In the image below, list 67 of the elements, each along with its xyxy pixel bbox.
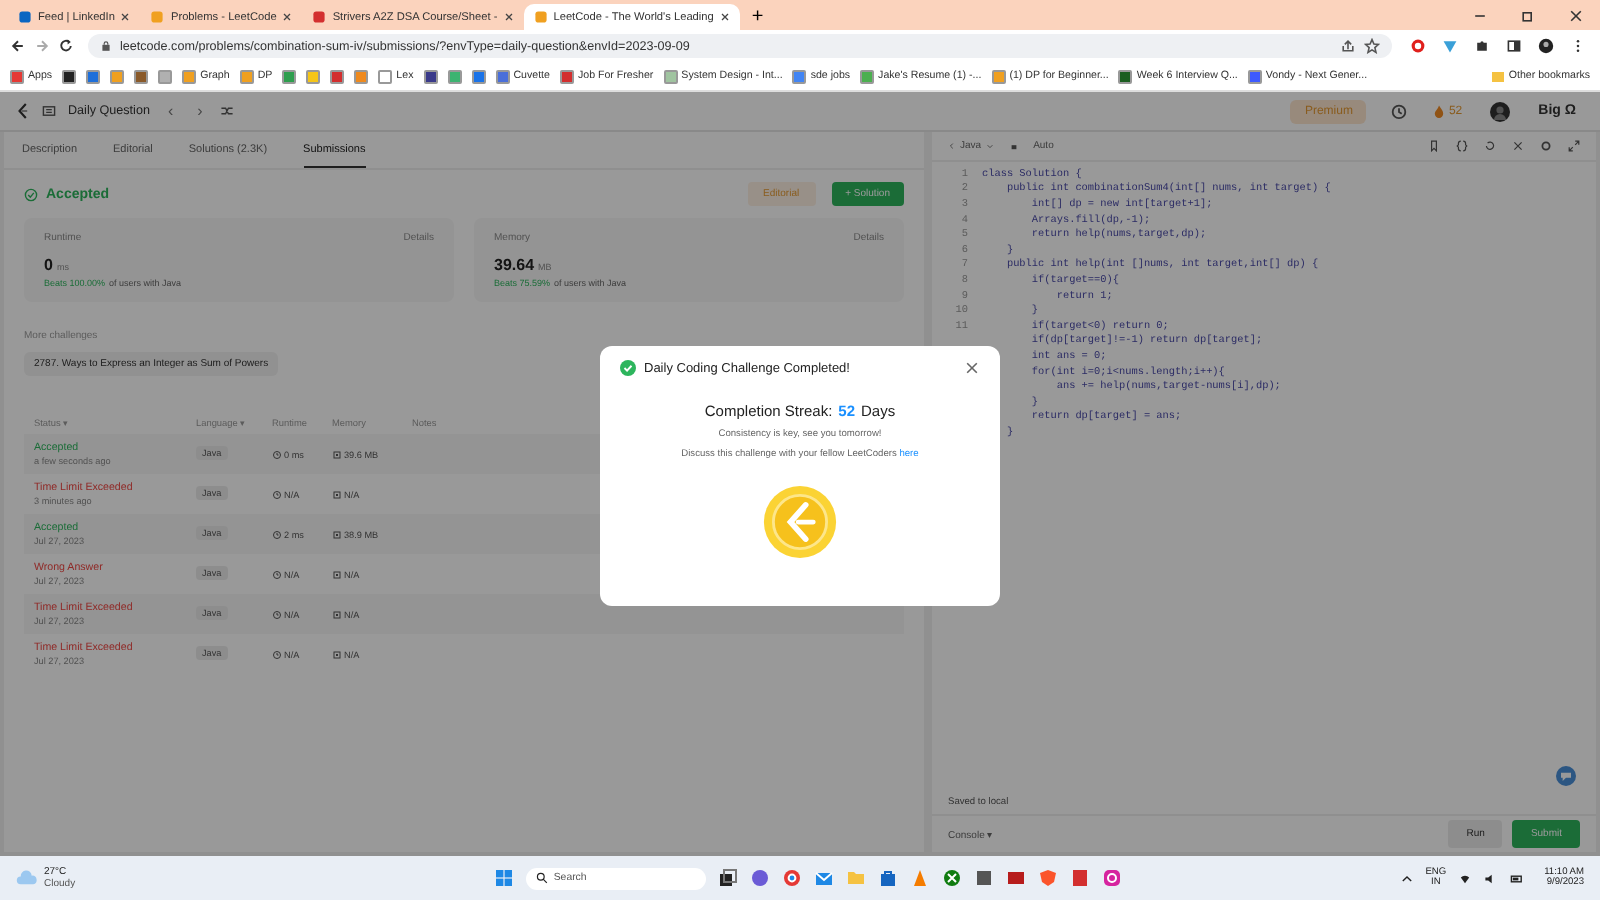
reset-icon[interactable] [1484, 140, 1496, 152]
bookmark-icon[interactable] [1428, 140, 1440, 152]
shuffle-icon[interactable] [220, 104, 235, 118]
battery-icon[interactable] [1510, 871, 1525, 885]
check-circle-icon [620, 360, 636, 376]
fire-icon [1432, 104, 1447, 118]
store-icon[interactable] [877, 868, 898, 888]
browser-icon[interactable] [781, 868, 802, 888]
chevron-down-icon [985, 142, 994, 150]
camera-icon[interactable] [1101, 868, 1122, 888]
clock-icon [272, 609, 282, 619]
chip-icon [332, 649, 342, 659]
clock-icon [272, 529, 282, 539]
close-icon[interactable] [120, 12, 131, 22]
expand-icon[interactable] [1568, 140, 1580, 152]
tab-favicon-icon [312, 10, 327, 24]
check-circle-icon [24, 187, 38, 201]
logo-icon[interactable] [16, 102, 30, 120]
chip-icon [332, 609, 342, 619]
reload-icon[interactable] [58, 38, 74, 54]
list-icon[interactable] [42, 104, 56, 118]
star-icon[interactable] [1364, 38, 1380, 54]
close-icon[interactable] [503, 12, 514, 22]
sidebar-icon[interactable] [1506, 38, 1522, 54]
braces-icon[interactable] [1456, 140, 1468, 152]
chevron-up-icon[interactable] [1399, 871, 1414, 885]
back-icon[interactable] [10, 38, 26, 54]
puzzle-icon[interactable] [1474, 38, 1490, 54]
task-view-icon[interactable] [717, 868, 738, 888]
clock-icon [272, 569, 282, 579]
clock-icon [272, 649, 282, 659]
profile-avatar-icon[interactable] [1538, 38, 1554, 54]
new-tab-button[interactable]: + [739, 4, 776, 30]
mail-icon[interactable] [813, 868, 834, 888]
chip-icon [332, 449, 342, 459]
app-icon[interactable] [973, 868, 994, 888]
chip-icon [332, 529, 342, 539]
search-icon [535, 872, 548, 884]
clock-icon [272, 489, 282, 499]
restore-icon[interactable] [1520, 8, 1536, 24]
start-icon[interactable] [493, 868, 514, 888]
stat-value: 39.64 [494, 256, 535, 274]
previous-button[interactable]: ‹ [161, 102, 180, 120]
share-icon[interactable] [1340, 38, 1356, 54]
tab-favicon-icon [533, 10, 548, 24]
app-icon[interactable] [1005, 868, 1026, 888]
close-icon[interactable] [964, 360, 980, 376]
avatar-icon[interactable] [1490, 101, 1511, 121]
tab-favicon-icon [150, 10, 165, 24]
stat-value: 0 [44, 256, 53, 274]
shield-icon[interactable] [1037, 868, 1058, 888]
close-icon[interactable] [282, 12, 293, 22]
next-button[interactable]: › [191, 102, 209, 120]
lock-icon [1009, 142, 1018, 150]
chip-icon [332, 569, 342, 579]
bookmark-favicon-icon[interactable] [423, 69, 438, 83]
lock-icon [100, 40, 112, 52]
coin-icon [762, 484, 838, 560]
chip-icon [332, 489, 342, 499]
timer-icon[interactable] [1390, 102, 1409, 120]
clock-icon [272, 449, 282, 459]
wifi-icon[interactable] [1458, 871, 1473, 885]
bookmark-favicon-icon[interactable] [62, 69, 77, 83]
tab-favicon-icon [18, 10, 32, 24]
cloud-icon [16, 870, 38, 886]
close-icon[interactable] [719, 12, 730, 22]
close-icon[interactable] [1568, 8, 1584, 24]
